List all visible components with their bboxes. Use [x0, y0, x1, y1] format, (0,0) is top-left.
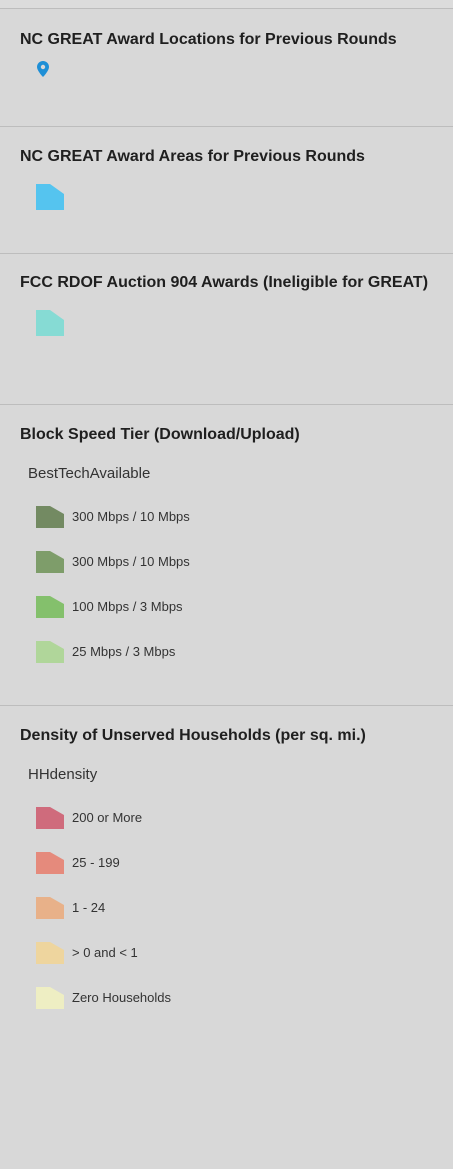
field-name: HHdensity — [28, 766, 98, 783]
polygon-swatch-icon — [36, 896, 64, 919]
legend-section-award-locations: NC GREAT Award Locations for Previous Ro… — [0, 9, 453, 127]
legend-item: Zero Households — [36, 975, 433, 1020]
swatch-polygon — [36, 505, 64, 528]
legend-item: 1 - 24 — [36, 885, 433, 930]
swatch-polygon — [36, 310, 64, 336]
legend-label: 1 - 24 — [72, 900, 106, 915]
swatch-polygon — [36, 550, 64, 573]
legend-item: 100 Mbps / 3 Mbps — [36, 584, 433, 629]
swatch-polygon — [36, 851, 64, 874]
polygon-swatch-icon — [36, 184, 64, 210]
speed-legend-list: 300 Mbps / 10 Mbps 300 Mbps / 10 Mbps 100 … — [20, 494, 433, 674]
polygon-swatch-icon — [36, 550, 64, 573]
legend-section-rdof-awards: FCC RDOF Auction 904 Awards (Ineligible … — [0, 254, 453, 405]
polygon-swatch-icon — [36, 806, 64, 829]
legend-label: 25 - 199 — [72, 855, 120, 870]
polygon-swatch-icon — [36, 986, 64, 1009]
polygon-swatch-icon — [36, 595, 64, 618]
legend-label: 300 Mbps / 10 Mbps — [72, 509, 190, 524]
legend-item: > 0 and < 1 — [36, 930, 433, 975]
swatch-polygon — [36, 986, 64, 1009]
legend-label: 25 Mbps / 3 Mbps — [72, 644, 176, 659]
section-title: Block Speed Tier (Download/Upload) — [20, 426, 300, 443]
density-legend-list: 200 or More 25 - 199 1 - 24 > 0 and < 1 Zero… — [20, 795, 433, 1020]
legend-label: 100 Mbps / 3 Mbps — [72, 599, 183, 614]
legend-item: 25 Mbps / 3 Mbps — [36, 629, 433, 674]
swatch-polygon — [36, 896, 64, 919]
legend-label: 300 Mbps / 10 Mbps — [72, 554, 190, 569]
legend-item: 300 Mbps / 10 Mbps — [36, 494, 433, 539]
section-title: FCC RDOF Auction 904 Awards (Ineligible … — [20, 274, 429, 291]
section-title: NC GREAT Award Areas for Previous Rounds — [20, 148, 365, 165]
legend-section-household-density: Density of Unserved Households (per sq. … — [0, 706, 453, 1020]
legend-label: 200 or More — [72, 810, 143, 825]
section-title: NC GREAT Award Locations for Previous Ro… — [20, 31, 397, 48]
legend-section-speed-tier: Block Speed Tier (Download/Upload) BestT… — [0, 405, 453, 706]
polygon-swatch-icon — [36, 505, 64, 528]
legend-label: Zero Households — [72, 990, 171, 1005]
swatch-polygon — [36, 184, 64, 210]
map-pin-icon — [37, 61, 49, 77]
swatch-polygon — [36, 806, 64, 829]
swatch-polygon — [36, 595, 64, 618]
field-name: BestTechAvailable — [28, 465, 151, 482]
legend-section-award-areas: NC GREAT Award Areas for Previous Rounds — [0, 127, 453, 254]
legend-label: > 0 and < 1 — [72, 945, 138, 960]
section-title: Density of Unserved Households (per sq. … — [20, 727, 366, 744]
polygon-swatch-icon — [36, 941, 64, 964]
polygon-swatch-icon — [36, 640, 64, 663]
polygon-swatch-icon — [36, 310, 64, 336]
legend-item: 200 or More — [36, 795, 433, 840]
legend-item: 300 Mbps / 10 Mbps — [36, 539, 433, 584]
swatch-polygon — [36, 640, 64, 663]
legend-item: 25 - 199 — [36, 840, 433, 885]
swatch-polygon — [36, 941, 64, 964]
polygon-swatch-icon — [36, 851, 64, 874]
panel-top-border — [0, 0, 453, 9]
